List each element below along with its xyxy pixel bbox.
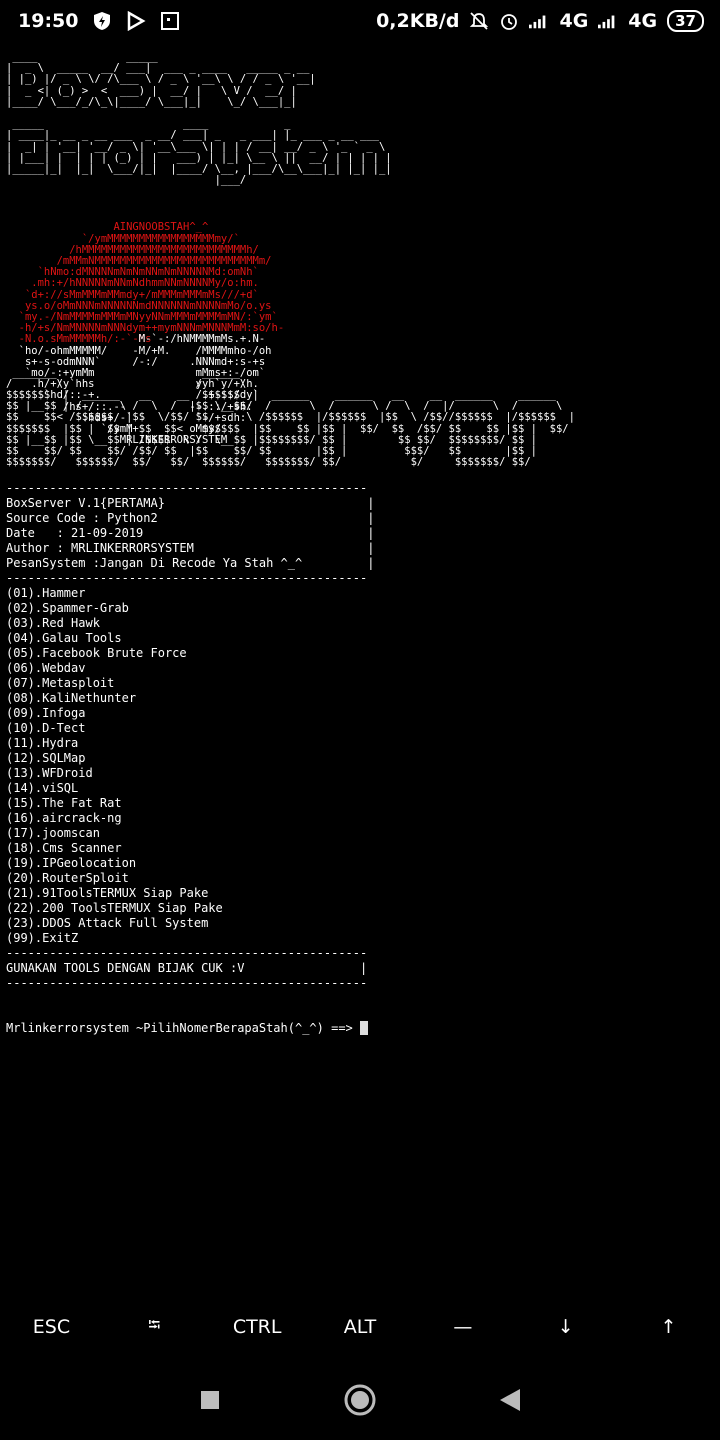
menu-item: (04).Galau Tools xyxy=(6,630,122,645)
tab-key[interactable]: ⭾ xyxy=(103,1300,206,1354)
menu-item: (02).Spammer-Grab xyxy=(6,600,129,615)
arrow-up-key[interactable]: ↑ xyxy=(617,1300,720,1354)
skull-ascii-white: M-`-:/hNMMMMmMs.+.N- `ho/-ohmMMMMM/ -M/+… xyxy=(18,333,272,447)
skull-ascii-art: AINGNOOBSTAH^_^ `/ymMMMMMMMMMMMMMMMMMmy/… xyxy=(6,222,714,446)
info-box: ----------------------------------------… xyxy=(6,480,375,585)
menu-item: (05).Facebook Brute Force xyxy=(6,645,187,660)
status-bar: 19:50 0,2KB/d 4G 4G 37 xyxy=(0,0,720,44)
banner-boxserver-ascii: ____ _____ | _ \ _____ __/ ___| ___ _ __… xyxy=(6,52,392,187)
text-cursor[interactable] xyxy=(360,1021,369,1035)
android-nav-bar xyxy=(0,1372,720,1428)
menu-item: (17).joomscan xyxy=(6,825,100,840)
alarm-icon xyxy=(499,11,519,31)
menu-item: (09).Infoga xyxy=(6,705,86,720)
signal-icon-2 xyxy=(598,11,618,31)
battery-indicator: 37 xyxy=(667,10,704,32)
triangle-back-icon xyxy=(500,1389,520,1411)
menu-item: (12).SQLMap xyxy=(6,750,86,765)
circle-home-icon xyxy=(344,1384,376,1416)
square-icon xyxy=(201,1391,219,1409)
arrow-down-key[interactable]: ↓ xyxy=(514,1300,617,1354)
dash-key[interactable]: — xyxy=(411,1300,514,1354)
menu-item: (08).KaliNethunter xyxy=(6,690,137,705)
play-icon xyxy=(126,11,147,31)
menu-item: (10).D-Tect xyxy=(6,720,86,735)
menu-item: (13).WFDroid xyxy=(6,765,93,780)
recents-button[interactable] xyxy=(135,1372,285,1428)
menu-item: (06).Webdav xyxy=(6,660,86,675)
network-type-1: 4G xyxy=(559,10,589,32)
prompt-line[interactable]: Mrlinkerrorsystem ~PilihNomerBerapaStah(… xyxy=(6,1021,714,1036)
menu-item: (19).IPGeolocation xyxy=(6,855,137,870)
menu-item: (07).Metasploit xyxy=(6,675,115,690)
menu-item: (20).RouterSploit xyxy=(6,870,129,885)
signal-icon xyxy=(529,11,549,31)
back-button[interactable] xyxy=(435,1372,585,1428)
menu-item: (23).DDOS Attack Full System xyxy=(6,915,209,930)
menu-item: (01).Hammer xyxy=(6,585,86,600)
footer-box: ----------------------------------------… xyxy=(6,945,368,990)
menu-item: (22).200 ToolsTERMUX Siap Pake xyxy=(6,900,223,915)
menu-item: (15).The Fat Rat xyxy=(6,795,122,810)
menu-item: (14).viSQL xyxy=(6,780,79,795)
alt-key[interactable]: ALT xyxy=(309,1300,412,1354)
network-type-2: 4G xyxy=(628,10,658,32)
menu-item: (18).Cms Scanner xyxy=(6,840,122,855)
menu-item: (11).Hydra xyxy=(6,735,79,750)
network-speed: 0,2KB/d xyxy=(376,10,460,32)
menu-item: (21).91ToolsTERMUX Siap Pake xyxy=(6,885,209,900)
menu-list: (01).Hammer (02).Spammer-Grab (03).Red H… xyxy=(6,586,714,946)
notification-square-icon xyxy=(160,11,180,31)
shield-bolt-icon xyxy=(92,11,112,31)
esc-key[interactable]: ESC xyxy=(0,1300,103,1354)
home-button[interactable] xyxy=(285,1372,435,1428)
mute-icon xyxy=(469,11,489,31)
extra-keys-bar: ESC ⭾ CTRL ALT — ↓ ↑ xyxy=(0,1300,720,1354)
menu-item: (03).Red Hawk xyxy=(6,615,100,630)
menu-item: (16).aircrack-ng xyxy=(6,810,122,825)
shell-prompt: Mrlinkerrorsystem ~PilihNomerBerapaStah(… xyxy=(6,1020,361,1035)
terminal-output[interactable]: ____ _____ | _ \ _____ __/ ___| ___ _ __… xyxy=(6,52,714,1267)
ctrl-key[interactable]: CTRL xyxy=(206,1300,309,1354)
clock: 19:50 xyxy=(18,10,79,32)
menu-item: (99).ExitZ xyxy=(6,930,79,945)
